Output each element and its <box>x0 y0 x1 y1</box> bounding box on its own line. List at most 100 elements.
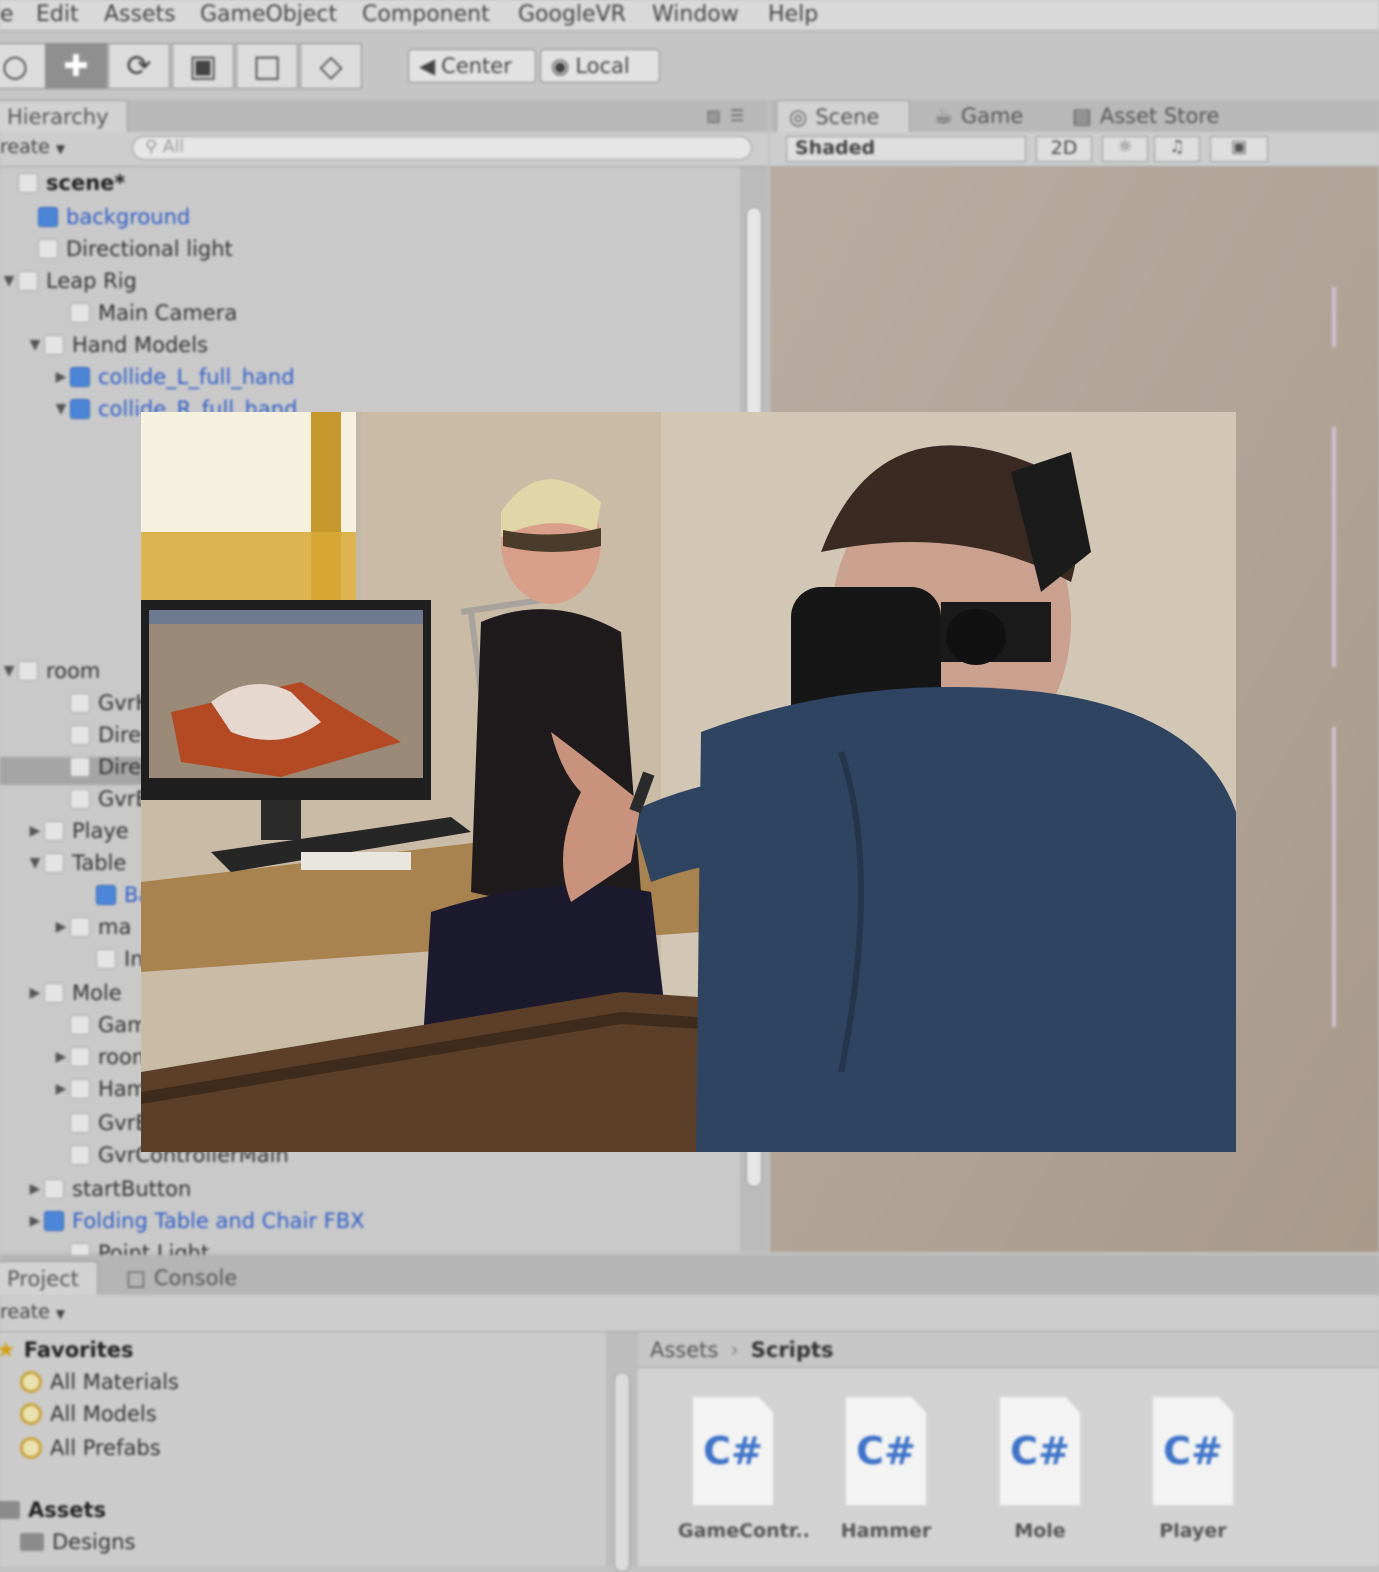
menu-item-file[interactable]: e <box>0 2 14 27</box>
mode-2d-toggle[interactable]: 2D <box>1036 136 1092 162</box>
chevron-down-icon[interactable]: ▼ <box>26 337 44 353</box>
hierarchy-row[interactable]: ▶ room <box>52 1041 153 1073</box>
store-tab-icon: ▤ <box>1072 104 1092 128</box>
chevron-right-icon[interactable]: ▶ <box>52 369 70 385</box>
hierarchy-row[interactable]: ▼ room <box>0 655 101 687</box>
assets-label: Assets <box>28 1498 107 1522</box>
menu-item-assets[interactable]: Assets <box>104 2 176 27</box>
scene-root-row[interactable]: scene* <box>0 167 125 199</box>
hierarchy-row[interactable]: ▶ startButton <box>26 1173 192 1205</box>
hierarchy-create-dropdown[interactable]: reate ▼ <box>0 136 72 162</box>
lighting-toggle[interactable]: ☼ <box>1102 136 1148 162</box>
tab-hierarchy[interactable]: Hierarchy <box>0 100 128 132</box>
hierarchy-row[interactable]: Directional light <box>20 233 233 265</box>
chevron-right-icon[interactable]: ▶ <box>26 1181 44 1197</box>
menu-item-help[interactable]: Help <box>768 2 818 27</box>
tab-game[interactable]: ☕ Game <box>922 100 1035 132</box>
gameobject-icon <box>96 949 116 969</box>
tab-game-label: Game <box>960 104 1024 128</box>
chevron-right-icon[interactable]: ▶ <box>26 823 44 839</box>
menu-bar: e Edit Assets GameObject Component Googl… <box>0 0 1379 31</box>
panel-menu-icon[interactable]: ☰ <box>730 106 744 125</box>
asset-folder-item[interactable]: Designs <box>20 1526 135 1558</box>
hierarchy-row[interactable]: Inf <box>78 943 151 975</box>
hierarchy-row[interactable]: GvrE <box>52 783 149 815</box>
hierarchy-row[interactable]: ▼ Hand Models <box>26 329 208 361</box>
chevron-right-icon[interactable]: ▶ <box>52 919 70 935</box>
hierarchy-search-input[interactable]: ⚲ All <box>132 136 752 160</box>
shading-mode-dropdown[interactable]: Shaded <box>786 136 1026 162</box>
chevron-right-icon[interactable]: ▶ <box>52 1081 70 1097</box>
vr-session-photo <box>141 412 1236 1152</box>
gameobject-icon <box>18 271 38 291</box>
breadcrumb-assets[interactable]: Assets <box>650 1338 718 1362</box>
favorite-item[interactable]: All Materials <box>20 1366 179 1398</box>
hierarchy-row[interactable]: ▼ Leap Rig <box>0 265 137 297</box>
hierarchy-row[interactable]: ▶ Ham <box>52 1073 148 1105</box>
chevron-down-icon[interactable]: ▼ <box>0 273 18 289</box>
gameobject-icon <box>44 335 64 355</box>
pivot-local-button[interactable]: ◉ Local <box>540 49 660 83</box>
menu-item-gameobject[interactable]: GameObject <box>200 2 337 27</box>
project-create-dropdown[interactable]: reate ▼ <box>0 1301 65 1323</box>
hierarchy-row[interactable]: Main Camera <box>52 297 237 329</box>
script-asset[interactable]: C# GameContr.. <box>678 1396 810 1542</box>
tab-asset-store[interactable]: ▤ Asset Store <box>1060 100 1231 132</box>
hierarchy-tab-bar: Hierarchy ▨ ☰ <box>0 100 768 132</box>
file-type-label: C# <box>856 1429 916 1473</box>
hierarchy-row[interactable]: ▶ ma <box>52 911 132 943</box>
chevron-right-icon[interactable]: ▶ <box>26 1213 44 1229</box>
tab-console-label: Console <box>153 1266 238 1290</box>
scale-tool-button[interactable]: ▣ <box>172 43 234 89</box>
file-type-label: C# <box>1163 1429 1223 1473</box>
menu-item-edit[interactable]: Edit <box>36 2 79 27</box>
hierarchy-row[interactable]: ▶ Folding Table and Chair FBX <box>26 1205 365 1237</box>
hierarchy-row[interactable]: Direc <box>52 751 153 783</box>
menu-item-googlevr[interactable]: GoogleVR <box>518 2 626 27</box>
rect-tool-button[interactable]: □ <box>236 43 298 89</box>
hierarchy-row[interactable]: Gam <box>52 1009 148 1041</box>
move-tool-button[interactable]: ✚ <box>45 43 107 89</box>
hierarchy-row[interactable]: ▶ Mole <box>26 977 122 1009</box>
pivot-center-button[interactable]: ◀ Center <box>408 49 536 83</box>
tab-console[interactable]: □ Console <box>114 1261 249 1295</box>
chevron-right-icon[interactable]: ▶ <box>52 1049 70 1065</box>
audio-toggle[interactable]: ♫ <box>1154 136 1200 162</box>
favorite-item[interactable]: All Prefabs <box>20 1432 161 1464</box>
project-tree-scrollbar[interactable] <box>606 1332 638 1572</box>
assets-header[interactable]: Assets <box>0 1494 106 1526</box>
tab-scene[interactable]: ◎ Scene <box>776 100 910 132</box>
hierarchy-row[interactable]: GvrH <box>52 687 151 719</box>
script-asset[interactable]: C# Player <box>1138 1396 1248 1542</box>
favorite-item-label: All Materials <box>50 1370 179 1394</box>
menu-item-component[interactable]: Component <box>362 2 490 27</box>
chevron-down-icon[interactable]: ▼ <box>52 401 70 417</box>
project-tree-scrollbar-thumb[interactable] <box>614 1372 630 1572</box>
hierarchy-row[interactable]: ▶ Playe <box>26 815 129 847</box>
script-asset[interactable]: C# Mole <box>985 1396 1095 1542</box>
gameobject-icon <box>70 1079 90 1099</box>
effects-dropdown[interactable]: ▣ <box>1210 136 1268 162</box>
gameobject-icon <box>70 1113 90 1133</box>
hierarchy-row[interactable]: Direc <box>52 719 153 751</box>
hierarchy-row[interactable]: GvrE <box>52 1107 149 1139</box>
menu-item-window[interactable]: Window <box>652 2 739 27</box>
chevron-right-icon[interactable]: ▶ <box>26 985 44 1001</box>
gameobject-icon <box>70 693 90 713</box>
favorite-item[interactable]: All Models <box>20 1398 157 1430</box>
chevron-down-icon[interactable]: ▼ <box>0 663 18 679</box>
gameobject-icon <box>44 1179 64 1199</box>
hierarchy-row[interactable]: ▶ collide_L_full_hand <box>52 361 295 393</box>
rotate-tool-button[interactable]: ⟳ <box>108 43 170 89</box>
hand-tool-button[interactable]: ○ <box>0 43 46 89</box>
hierarchy-row[interactable]: background <box>20 201 190 233</box>
scene-tab-bar: ◎ Scene ☕ Game ▤ Asset Store <box>770 100 1379 132</box>
lock-icon[interactable]: ▨ <box>706 106 721 125</box>
tab-project[interactable]: Project <box>0 1261 98 1295</box>
breadcrumb-scripts[interactable]: Scripts <box>751 1338 834 1362</box>
transform-tool-button[interactable]: ◇ <box>300 43 362 89</box>
chevron-down-icon[interactable]: ▼ <box>26 855 44 871</box>
script-asset[interactable]: C# Hammer <box>831 1396 941 1542</box>
favorites-header[interactable]: ★ Favorites <box>0 1334 133 1366</box>
hierarchy-row[interactable]: ▼ Table <box>26 847 127 879</box>
